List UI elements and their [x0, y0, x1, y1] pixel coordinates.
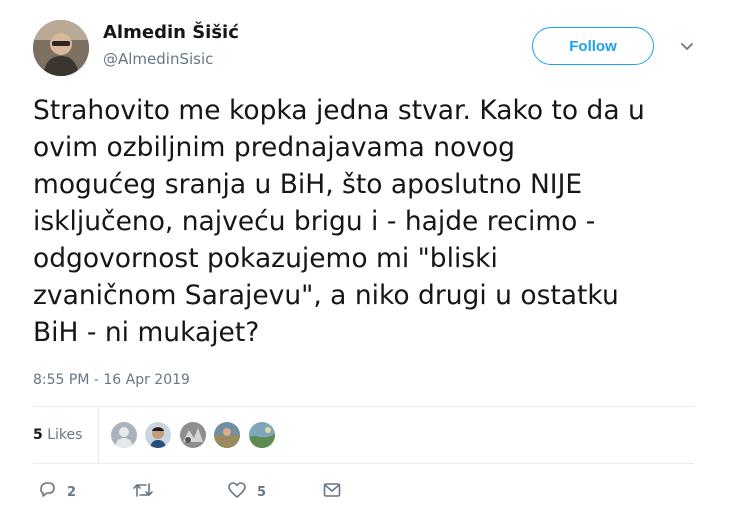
retweet-icon — [132, 480, 154, 504]
likes-stat-label: Likes — [47, 427, 83, 443]
direct-message-button[interactable] — [322, 481, 342, 503]
like-button[interactable]: 5 — [227, 481, 266, 503]
likes-stat-count: 5 — [33, 427, 43, 443]
reply-count: 2 — [67, 484, 77, 500]
stats-divider — [98, 406, 99, 463]
tweet-text: Strahovito me kopka jedna stvar. Kako to… — [33, 95, 645, 348]
heart-icon — [227, 480, 247, 504]
retweet-button[interactable] — [132, 481, 154, 503]
liker-avatar[interactable] — [214, 422, 240, 448]
follow-button[interactable]: Follow — [532, 27, 654, 65]
like-count: 5 — [257, 484, 267, 500]
liker-avatar[interactable] — [180, 422, 206, 448]
liker-avatar[interactable] — [249, 422, 275, 448]
reply-icon — [37, 480, 57, 504]
tweet-timestamp[interactable]: 8:55 PM - 16 Apr 2019 — [33, 372, 190, 388]
chevron-down-icon[interactable] — [676, 36, 698, 58]
author-avatar[interactable] — [33, 20, 89, 76]
author-handle[interactable]: @AlmedinSisic — [103, 50, 213, 68]
author-name[interactable]: Almedin Šišić — [103, 22, 239, 43]
liker-avatar[interactable] — [111, 422, 137, 448]
divider — [33, 463, 694, 464]
message-icon — [322, 480, 342, 504]
reply-button[interactable]: 2 — [37, 481, 76, 503]
likes-stat[interactable]: 5 Likes — [33, 427, 82, 443]
liker-avatar[interactable] — [145, 422, 171, 448]
divider — [33, 406, 694, 407]
